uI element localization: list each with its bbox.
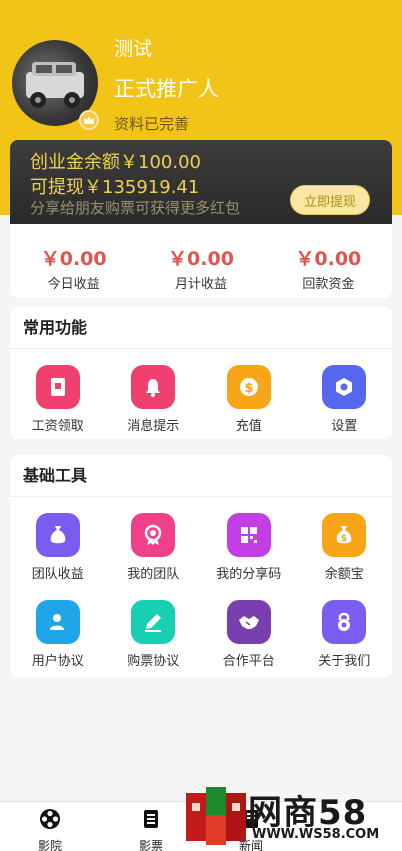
func-messages[interactable]: 消息提示: [106, 365, 202, 434]
earnings-stats: ￥0.00 今日收益 ￥0.00 月计收益 ￥0.00 回款资金: [10, 224, 392, 298]
section-title: 基础工具: [10, 455, 392, 497]
stat-repayment: ￥0.00 回款资金: [265, 224, 392, 298]
lock-icon: [322, 600, 367, 644]
tool-label: 关于我们: [318, 654, 371, 669]
badge-icon: [131, 513, 176, 557]
tab-label: 影院: [37, 839, 62, 851]
func-salary[interactable]: 工资领取: [10, 365, 106, 434]
withdraw-button[interactable]: 立即提现: [290, 185, 370, 215]
stat-value: ￥0.00: [168, 248, 234, 270]
func-label: 设置: [331, 419, 358, 434]
tool-label: 余额宝: [324, 567, 364, 582]
profile-status[interactable]: 资料已完善: [114, 113, 189, 134]
ticket-icon: [144, 810, 158, 828]
common-functions-card: 常用功能 工资领取 消息提示 $ 充值 设置: [10, 307, 392, 439]
balance-text: 创业金余额￥100.00: [30, 152, 201, 173]
pencil-icon: [131, 600, 176, 644]
bell-icon: [131, 365, 176, 409]
stat-today: ￥0.00 今日收益: [10, 224, 137, 298]
tab-label: 影票: [138, 839, 163, 851]
tool-ticket-agreement[interactable]: 购票协议: [106, 600, 202, 669]
svg-text:$: $: [244, 381, 253, 396]
tool-label: 购票协议: [127, 654, 180, 669]
stat-label: 今日收益: [47, 277, 100, 292]
watermark-url: WWW.WS58.COM: [252, 827, 380, 842]
func-label: 工资领取: [31, 419, 84, 434]
tool-label: 合作平台: [222, 654, 275, 669]
user-name: 测试: [114, 38, 153, 60]
qr-code-icon: [226, 513, 271, 557]
tool-my-team[interactable]: 我的团队: [106, 513, 202, 582]
stat-value: ￥0.00: [40, 248, 107, 270]
basic-tools-card: 基础工具 团队收益 我的团队 我的分享码 $ 余额宝 用户协议 购票协议 合作平…: [10, 455, 392, 677]
handshake-icon: [226, 600, 271, 644]
tool-about-us[interactable]: 关于我们: [297, 600, 393, 669]
stat-label: 回款资金: [302, 277, 355, 292]
watermark-cube-icon: [186, 787, 246, 845]
money-bag-icon: $: [322, 513, 367, 557]
tool-label: 团队收益: [31, 567, 84, 582]
user-agreement-icon: [35, 600, 80, 644]
func-label: 消息提示: [127, 419, 180, 434]
wallet-icon: [35, 365, 80, 409]
func-label: 充值: [235, 419, 262, 434]
coin-icon: $: [226, 365, 271, 409]
tool-share-code[interactable]: 我的分享码: [201, 513, 297, 582]
stat-value: ￥0.00: [295, 248, 362, 270]
film-reel-icon: [40, 809, 60, 829]
tool-yuebao[interactable]: $ 余额宝: [297, 513, 393, 582]
vip-crown-icon: [79, 110, 99, 130]
svg-text:$: $: [341, 534, 347, 544]
withdrawable-text: 可提现￥135919.41: [30, 177, 200, 198]
tool-team-earnings[interactable]: 团队收益: [10, 513, 106, 582]
tab-cinema[interactable]: 影院: [10, 808, 90, 851]
tool-label: 我的分享码: [216, 567, 282, 582]
wallet-card: 创业金余额￥100.00 可提现￥135919.41 分享给朋友购票可获得更多红…: [10, 140, 392, 224]
share-hint: 分享给朋友购票可获得更多红包: [30, 199, 241, 217]
tool-label: 用户协议: [31, 654, 84, 669]
tool-partners[interactable]: 合作平台: [201, 600, 297, 669]
tab-tickets[interactable]: 影票: [111, 808, 191, 851]
tool-user-agreement[interactable]: 用户协议: [10, 600, 106, 669]
stat-label: 月计收益: [174, 277, 227, 292]
gear-icon: [322, 365, 367, 409]
func-recharge[interactable]: $ 充值: [201, 365, 297, 434]
user-role: 正式推广人: [114, 77, 219, 101]
tool-label: 我的团队: [127, 567, 180, 582]
func-settings[interactable]: 设置: [297, 365, 393, 434]
watermark-logo: 网商58 WWW.WS58.COM: [184, 783, 402, 851]
money-bag-icon: [35, 513, 80, 557]
stat-month: ￥0.00 月计收益: [137, 224, 264, 298]
section-title: 常用功能: [10, 307, 392, 349]
